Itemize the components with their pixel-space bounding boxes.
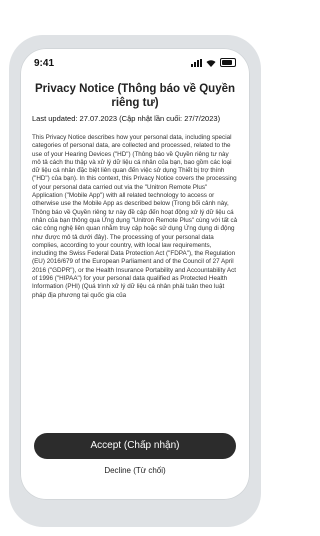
page-title: Privacy Notice (Thông báo về Quyền riêng…: [34, 83, 236, 109]
battery-icon: [220, 58, 236, 67]
status-bar: 9:41: [20, 48, 250, 78]
privacy-notice-content[interactable]: Privacy Notice (Thông báo về Quyền riêng…: [32, 82, 238, 452]
notice-body: This Privacy Notice describes how your p…: [32, 134, 238, 299]
phone-screen: 9:41 Privacy Notice (Thông báo về Quyền …: [20, 48, 250, 500]
status-icons: [191, 58, 236, 67]
wifi-icon: [206, 59, 216, 67]
signal-icon: [191, 58, 202, 67]
decline-button[interactable]: Decline (Từ chối): [20, 466, 250, 475]
status-time: 9:41: [34, 58, 55, 69]
accept-button[interactable]: Accept (Chấp nhận): [34, 433, 236, 459]
last-updated: Last updated: 27.07.2023 (Cập nhật lần c…: [32, 114, 221, 123]
